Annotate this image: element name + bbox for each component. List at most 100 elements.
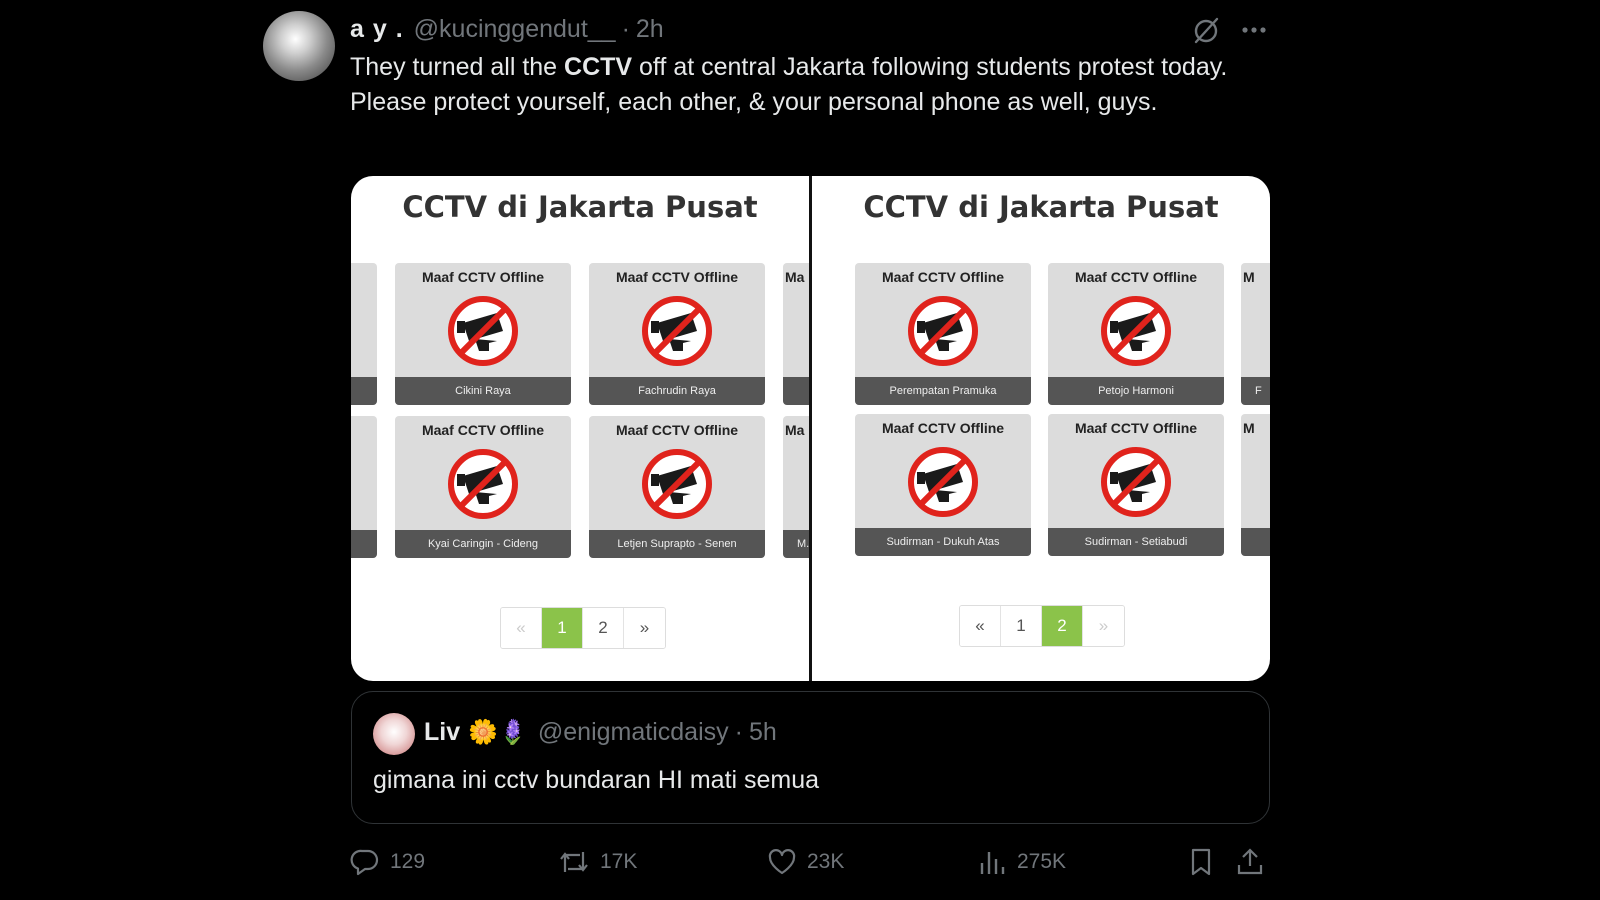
quoted-header-separator: · bbox=[734, 717, 743, 746]
tweet-timestamp[interactable]: 2h bbox=[636, 15, 664, 44]
cell-offline-label: Maaf CCTV Offline bbox=[615, 422, 739, 438]
cell-location-label bbox=[351, 377, 377, 405]
pagination-page-2[interactable]: 2 bbox=[1042, 606, 1083, 646]
cctv-cell[interactable]: Maaf CCTV Offline Sudirman - Setiabudi bbox=[1048, 414, 1224, 556]
tweet-header: a y . @kucinggendut__ · 2h bbox=[350, 12, 664, 46]
cctv-cell-partial: Ma M.k bbox=[783, 416, 809, 558]
pagination: « 1 2 » bbox=[500, 607, 666, 649]
like-icon bbox=[768, 849, 796, 875]
pagination-prev[interactable]: « bbox=[960, 606, 1001, 646]
quoted-author-handle[interactable]: @enigmaticdaisy bbox=[538, 718, 729, 747]
repost-button[interactable]: 17K bbox=[558, 842, 637, 882]
cctv-cell-partial: e bbox=[351, 416, 377, 558]
author-avatar[interactable] bbox=[263, 11, 335, 81]
pagination: « 1 2 » bbox=[959, 605, 1125, 647]
no-camera-icon bbox=[448, 296, 518, 366]
author-display-name[interactable]: a y . bbox=[350, 15, 404, 44]
tweet-text-start: They turned all the bbox=[350, 53, 565, 81]
repost-icon bbox=[560, 852, 588, 872]
cell-offline-label: Maaf CCTV Offline bbox=[615, 269, 739, 285]
bookmark-icon bbox=[1191, 848, 1211, 876]
cell-location-label: F bbox=[1241, 377, 1270, 405]
cell-location-label: Kyai Caringin - Cideng bbox=[395, 530, 571, 558]
cell-offline-label: Ma bbox=[785, 269, 805, 285]
no-camera-icon bbox=[642, 449, 712, 519]
cell-location-label: Sudirman - Setiabudi bbox=[1048, 528, 1224, 556]
quoted-author-display-name[interactable]: Liv bbox=[424, 718, 460, 747]
quoted-author-avatar[interactable] bbox=[373, 713, 415, 755]
tweet-text: They turned all the CCTV off at central … bbox=[350, 50, 1250, 120]
pagination-page-2[interactable]: 2 bbox=[583, 608, 624, 648]
cell-location-label: Petojo Harmoni bbox=[1048, 377, 1224, 405]
share-button[interactable] bbox=[1235, 842, 1275, 882]
views-count: 275K bbox=[1017, 850, 1067, 873]
cell-location-label: Fachrudin Raya bbox=[589, 377, 765, 405]
media-panel-left: CCTV di Jakarta Pusat e e Maaf CCTV Offl… bbox=[351, 176, 809, 681]
more-icon[interactable] bbox=[1238, 14, 1270, 46]
cell-location-label bbox=[1241, 528, 1270, 556]
tweet-actions: 129 17K 23K 275K bbox=[350, 842, 1270, 882]
cell-location-label: M.k bbox=[783, 530, 809, 558]
views-button[interactable]: 275K bbox=[977, 842, 1066, 882]
cctv-cell-partial: M bbox=[1241, 414, 1270, 556]
tweet-media[interactable]: CCTV di Jakarta Pusat e e Maaf CCTV Offl… bbox=[351, 176, 1270, 681]
pagination-next[interactable]: » bbox=[624, 608, 665, 648]
no-camera-icon bbox=[1101, 296, 1171, 366]
quoted-tweet-text: gimana ini cctv bundaran HI mati semua bbox=[373, 766, 820, 794]
cctv-cell[interactable]: Maaf CCTV Offline Letjen Suprapto - Sene… bbox=[589, 416, 765, 558]
reply-icon bbox=[350, 849, 379, 876]
header-separator: · bbox=[621, 14, 630, 43]
pagination-page-1[interactable]: 1 bbox=[542, 608, 583, 648]
like-button[interactable]: 23K bbox=[767, 842, 844, 882]
cell-location-label: is bbox=[783, 377, 809, 405]
views-icon bbox=[980, 852, 1005, 874]
no-camera-icon bbox=[448, 449, 518, 519]
cell-location-label bbox=[351, 530, 377, 558]
cctv-cell[interactable]: Maaf CCTV Offline Fachrudin Raya bbox=[589, 263, 765, 405]
no-camera-icon bbox=[908, 447, 978, 517]
cell-offline-label: Maaf CCTV Offline bbox=[421, 269, 545, 285]
cell-offline-label: Maaf CCTV Offline bbox=[1074, 420, 1198, 436]
panel-title: CCTV di Jakarta Pusat bbox=[863, 190, 1219, 224]
cctv-cell[interactable]: Maaf CCTV Offline Cikini Raya bbox=[395, 263, 571, 405]
cell-offline-label: Maaf CCTV Offline bbox=[1074, 269, 1198, 285]
tweet-text-bold: CCTV bbox=[564, 53, 633, 81]
quoted-tweet[interactable]: Liv 🌼🪻 @enigmaticdaisy · 5h gimana ini c… bbox=[351, 691, 1270, 824]
media-panel-right: CCTV di Jakarta Pusat Maaf CCTV Offline … bbox=[812, 176, 1270, 681]
cctv-cell[interactable]: Maaf CCTV Offline Petojo Harmoni bbox=[1048, 263, 1224, 405]
cctv-cell[interactable]: Maaf CCTV Offline Sudirman - Dukuh Atas bbox=[855, 414, 1031, 556]
pagination-next[interactable]: » bbox=[1083, 606, 1124, 646]
like-count: 23K bbox=[807, 850, 845, 873]
cell-location-label: Sudirman - Dukuh Atas bbox=[855, 528, 1031, 556]
grok-icon[interactable] bbox=[1190, 14, 1222, 46]
repost-count: 17K bbox=[600, 850, 638, 873]
quoted-tweet-header: Liv 🌼🪻 @enigmaticdaisy · 5h bbox=[424, 710, 777, 754]
cctv-cell-partial: M F bbox=[1241, 263, 1270, 405]
author-handle[interactable]: @kucinggendut__ bbox=[414, 15, 616, 44]
cctv-cell-partial: Ma is bbox=[783, 263, 809, 405]
cell-location-label: Cikini Raya bbox=[395, 377, 571, 405]
reply-count: 129 bbox=[390, 850, 426, 873]
cctv-cell[interactable]: Maaf CCTV Offline Kyai Caringin - Cideng bbox=[395, 416, 571, 558]
cell-location-label: Perempatan Pramuka bbox=[855, 377, 1031, 405]
pagination-page-1[interactable]: 1 bbox=[1001, 606, 1042, 646]
cell-offline-label: Maaf CCTV Offline bbox=[421, 422, 545, 438]
quoted-tweet-timestamp[interactable]: 5h bbox=[749, 718, 777, 747]
no-camera-icon bbox=[1101, 447, 1171, 517]
panel-title: CCTV di Jakarta Pusat bbox=[402, 190, 758, 224]
reply-button[interactable]: 129 bbox=[350, 842, 425, 882]
no-camera-icon bbox=[908, 296, 978, 366]
pagination-prev[interactable]: « bbox=[501, 608, 542, 648]
cell-offline-label: M bbox=[1243, 269, 1255, 285]
cell-offline-label: Ma bbox=[785, 422, 805, 438]
cell-offline-label: e bbox=[351, 269, 377, 285]
cell-location-label: Letjen Suprapto - Senen bbox=[589, 530, 765, 558]
cell-offline-label: Maaf CCTV Offline bbox=[881, 269, 1005, 285]
cctv-cell-partial: e bbox=[351, 263, 377, 405]
no-camera-icon bbox=[642, 296, 712, 366]
cell-offline-label: Maaf CCTV Offline bbox=[881, 420, 1005, 436]
cell-offline-label: M bbox=[1243, 420, 1255, 436]
bookmark-button[interactable] bbox=[1186, 842, 1226, 882]
cctv-cell[interactable]: Maaf CCTV Offline Perempatan Pramuka bbox=[855, 263, 1031, 405]
share-icon bbox=[1237, 848, 1263, 875]
